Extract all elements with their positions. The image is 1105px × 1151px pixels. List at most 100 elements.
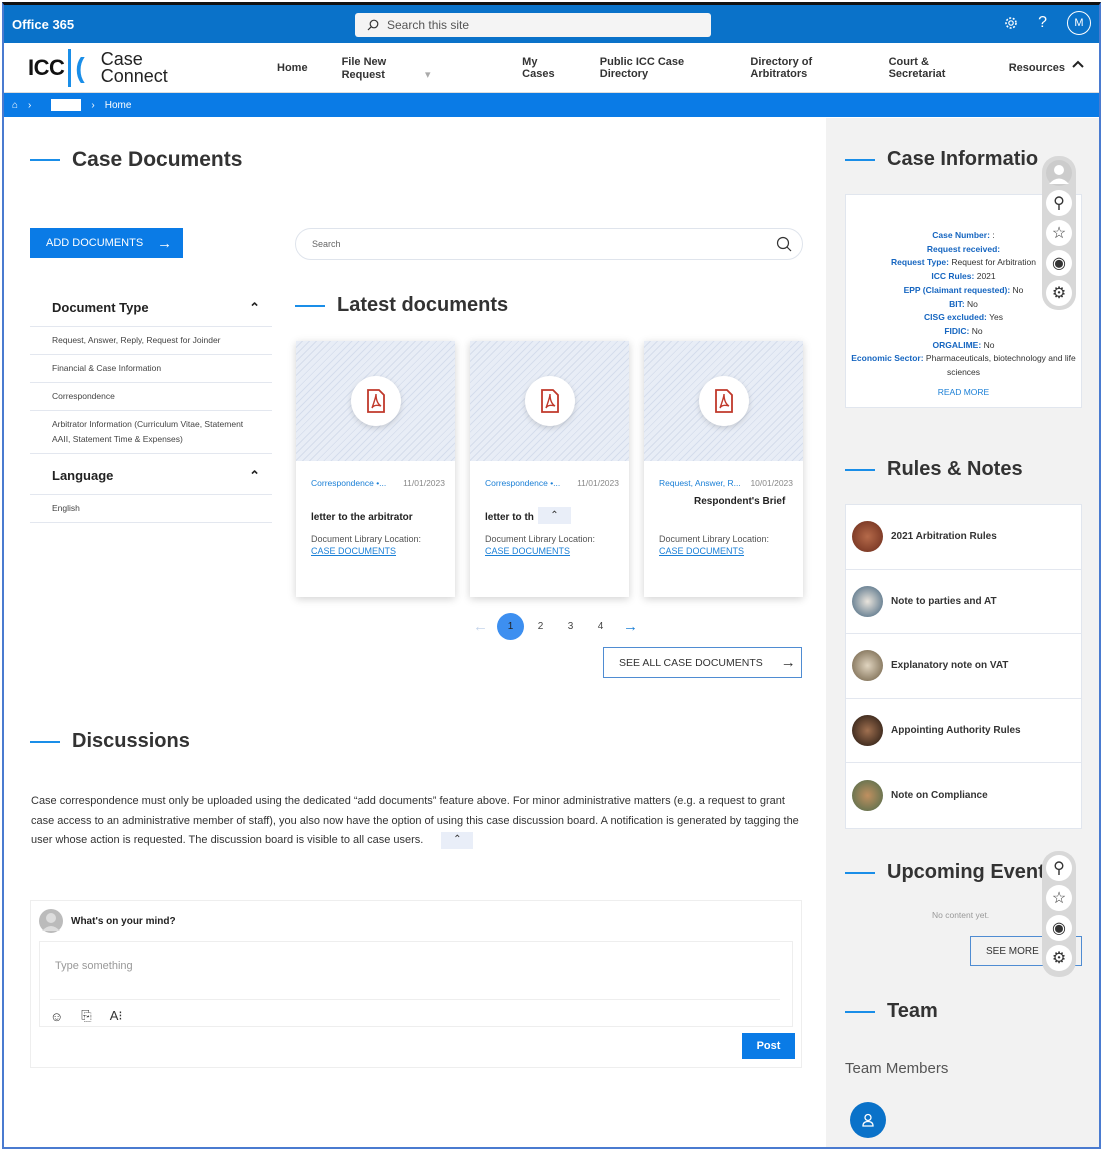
scroll-up-icon[interactable]: ⌃	[441, 831, 474, 849]
heading-accent	[30, 159, 60, 161]
card-category[interactable]: Correspondence •...	[311, 478, 403, 488]
filter-heading: Language	[52, 468, 114, 483]
arrow-right-icon: →	[780, 654, 796, 671]
upcoming-events-heading: Upcoming Events	[845, 861, 1056, 884]
filter-item[interactable]: English	[30, 495, 272, 523]
card-category[interactable]: Request, Answer, R...	[659, 478, 750, 488]
emoji-icon[interactable]: ☺	[50, 1009, 63, 1024]
filter-header[interactable]: Language ⌃	[30, 457, 272, 495]
nav-menu: Home File New Request ▾ My Cases Public I…	[277, 43, 1099, 93]
card-category[interactable]: Correspondence •...	[485, 478, 577, 488]
card-title[interactable]: letter to the arbitrator	[311, 512, 413, 523]
user-avatar[interactable]: M	[1067, 11, 1091, 35]
read-more-link[interactable]: READ MORE	[846, 386, 1081, 400]
attachment-icon[interactable]: ⎘	[81, 1008, 91, 1024]
card-location: Document Library Location: CASE DOCUMENTS	[485, 533, 595, 557]
post-button[interactable]: Post	[742, 1033, 795, 1059]
nav-my-cases[interactable]: My Cases	[522, 56, 566, 80]
events-empty-text: No content yet.	[932, 910, 990, 920]
post-composer: What's on your mind? Type something ☺ ⎘ …	[30, 900, 802, 1068]
page-2[interactable]: 2	[527, 613, 554, 640]
document-card[interactable]: Correspondence •... 11/01/2023 letter to …	[470, 341, 629, 597]
rules-note-item[interactable]: Appointing Authority Rules	[846, 699, 1081, 763]
heading-accent	[845, 468, 875, 471]
pdf-icon	[350, 376, 401, 426]
help-icon[interactable]: ?	[1038, 14, 1047, 32]
office-365-brand[interactable]: Office 365	[12, 17, 74, 32]
search-icon[interactable]: ⚲	[1046, 190, 1072, 216]
eye-icon[interactable]: ◉	[1046, 250, 1072, 276]
rules-note-item[interactable]: 2021 Arbitration Rules	[846, 505, 1081, 570]
filter-item[interactable]: Financial & Case Information	[30, 355, 272, 383]
prev-page-arrow-icon[interactable]: ←	[467, 613, 494, 640]
team-member-avatar[interactable]	[850, 1102, 886, 1138]
star-icon[interactable]: ☆	[1046, 220, 1072, 246]
filter-item[interactable]: Arbitrator Information (Curriculum Vitae…	[30, 411, 272, 454]
scroll-up-icon[interactable]: ⌃	[538, 507, 571, 524]
heading-accent	[845, 1010, 875, 1013]
right-sidebar: Case Informatio Case Number: : Request r…	[826, 118, 1099, 1147]
text-format-icon[interactable]: A⁝	[110, 1008, 123, 1024]
filter-item[interactable]: Request, Answer, Reply, Request for Join…	[30, 327, 272, 355]
pdf-icon	[524, 376, 575, 426]
main-nav: ICC ( Case Connect Home File New Request…	[4, 43, 1099, 93]
latest-documents-title: Latest documents	[337, 294, 509, 316]
rules-notes-title: Rules & Notes	[887, 458, 1023, 480]
discussions-title: Discussions	[72, 730, 190, 752]
user-avatar-icon	[39, 909, 63, 933]
documents-search-input[interactable]: Search	[295, 228, 803, 260]
case-documents-title: Case Documents	[72, 148, 243, 171]
card-location-link[interactable]: CASE DOCUMENTS	[485, 545, 595, 557]
rules-note-item[interactable]: Note to parties and AT	[846, 570, 1081, 634]
next-page-arrow-icon[interactable]: →	[617, 613, 644, 640]
card-location-link[interactable]: CASE DOCUMENTS	[311, 545, 421, 557]
nav-file-new-request[interactable]: File New Request ▾	[342, 56, 489, 81]
profile-icon[interactable]	[1046, 160, 1072, 186]
rules-note-item[interactable]: Note on Compliance	[846, 763, 1081, 828]
site-search[interactable]: Search this site	[355, 13, 711, 37]
settings-gear-icon[interactable]	[1004, 16, 1018, 30]
logo-connect: Connect	[100, 66, 168, 86]
filter-item[interactable]: Correspondence	[30, 383, 272, 411]
page-4[interactable]: 4	[587, 613, 614, 640]
search-icon	[367, 19, 379, 31]
case-info-field: FIDIC: No	[944, 325, 983, 336]
rules-note-item[interactable]: Explanatory note on VAT	[846, 634, 1081, 699]
nav-file-new-request-label: File New Request	[341, 55, 387, 81]
nav-public-directory[interactable]: Public ICC Case Directory	[600, 56, 717, 80]
document-card[interactable]: Correspondence •... 11/01/2023 letter to …	[296, 341, 455, 597]
gear-icon[interactable]: ⚙	[1046, 280, 1072, 306]
add-documents-button[interactable]: ADD DOCUMENTS →	[30, 228, 183, 258]
rule-label: Note on Compliance	[891, 789, 988, 801]
card-title[interactable]: Respondent's Brief	[694, 496, 785, 507]
chevron-up-icon[interactable]	[1071, 59, 1085, 69]
nav-resources[interactable]: Resources	[1009, 62, 1065, 74]
filter-header[interactable]: Document Type ⌃	[30, 289, 272, 327]
home-icon[interactable]: ⌂	[12, 100, 18, 111]
chevron-up-icon: ⌃	[249, 299, 260, 315]
icc-case-connect-logo[interactable]: ICC ( Case Connect	[28, 49, 168, 87]
page-1[interactable]: 1	[497, 613, 524, 640]
rule-label: 2021 Arbitration Rules	[891, 531, 997, 543]
case-info-field: CISG excluded: Yes	[924, 312, 1003, 323]
main-content: Case Documents ADD DOCUMENTS → Document …	[4, 118, 826, 1147]
card-date: 10/01/2023	[750, 478, 793, 488]
search-icon[interactable]: ⚲	[1046, 855, 1072, 881]
star-icon[interactable]: ☆	[1046, 885, 1072, 911]
nav-court-secretariat[interactable]: Court & Secretariat	[889, 56, 975, 80]
card-location-link[interactable]: CASE DOCUMENTS	[659, 545, 769, 557]
gear-icon[interactable]: ⚙	[1046, 945, 1072, 971]
nav-arbitrators[interactable]: Directory of Arbitrators	[750, 56, 854, 80]
document-card[interactable]: Request, Answer, R... 10/01/2023 Responde…	[644, 341, 803, 597]
post-input[interactable]: Type something ☺ ⎘ A⁝	[39, 941, 793, 1027]
team-title: Team	[887, 1000, 938, 1022]
floating-toolbar: ⚲ ☆ ◉ ⚙	[1042, 156, 1076, 310]
see-all-documents-button[interactable]: SEE ALL CASE DOCUMENTS →	[603, 647, 802, 678]
nav-home[interactable]: Home	[277, 62, 308, 74]
eye-icon[interactable]: ◉	[1046, 915, 1072, 941]
card-location: Document Library Location: CASE DOCUMENTS	[311, 533, 421, 557]
page-3[interactable]: 3	[557, 613, 584, 640]
breadcrumb-redacted[interactable]	[51, 99, 82, 111]
search-icon[interactable]	[776, 236, 792, 252]
documents-search-placeholder: Search	[312, 239, 341, 249]
